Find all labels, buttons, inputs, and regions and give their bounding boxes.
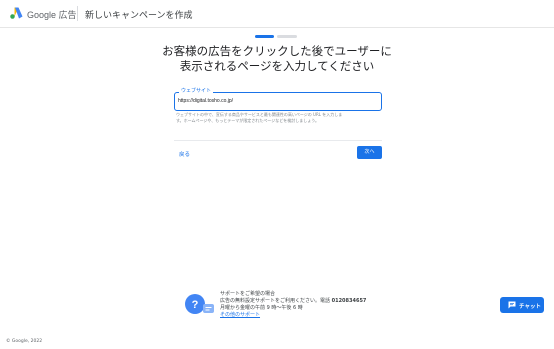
support-line-3: 月曜から金曜の午前 9 時〜午後 6 時	[220, 305, 303, 311]
footer-copyright: © Google, 2022	[6, 339, 43, 344]
back-button[interactable]: 戻る	[179, 150, 190, 158]
helper-line-2: す。ホームページや、もっとテーマが限定されたページなどを検討しましょう。	[176, 118, 319, 123]
top-bar: Google 広告 新しいキャンペーンを作成	[0, 0, 554, 28]
google-ads-logo-icon[interactable]	[10, 7, 23, 19]
heading-line-1: お客様の広告をクリックした後でユーザーに	[162, 44, 392, 58]
progress-completed	[255, 35, 274, 38]
heading-line-2: 表示されるページを入力してください	[179, 59, 375, 73]
website-input[interactable]	[178, 96, 374, 106]
help-chat-icon: ?	[185, 294, 214, 314]
main-heading: お客様の広告をクリックした後でユーザーに 表示されるページを入力してください	[150, 44, 404, 74]
support-line-2-text: 広告の無料設定サポートをご利用ください。電話	[220, 298, 331, 304]
step-progress	[255, 35, 297, 38]
other-support-link[interactable]: その他のサポート	[220, 312, 366, 319]
support-line-1: サポートをご希望の場合	[220, 291, 276, 297]
next-button[interactable]: 次へ	[357, 146, 382, 159]
chat-button[interactable]: チャット	[500, 297, 544, 313]
chat-label: チャット	[519, 304, 541, 310]
page-title: 新しいキャンペーンを作成	[85, 11, 193, 21]
divider	[174, 140, 382, 141]
header-divider	[77, 6, 78, 21]
website-field-label: ウェブサイト	[179, 87, 214, 94]
progress-remaining	[277, 35, 297, 38]
svg-text:?: ?	[192, 299, 199, 311]
brand-name: Google 広告	[27, 10, 77, 20]
support-line-2: 広告の無料設定サポートをご利用ください。電話 0120834657	[220, 298, 366, 305]
chat-icon	[508, 301, 516, 309]
support-info: サポートをご希望の場合 広告の無料設定サポートをご利用ください。電話 01208…	[220, 291, 366, 319]
website-helper-text: ウェブサイトの中で、宣伝する商品やサービスと最も関連性の高いページの URL を…	[176, 112, 388, 124]
website-field[interactable]: ウェブサイト	[174, 87, 382, 111]
support-phone: 0120834657	[331, 298, 367, 304]
